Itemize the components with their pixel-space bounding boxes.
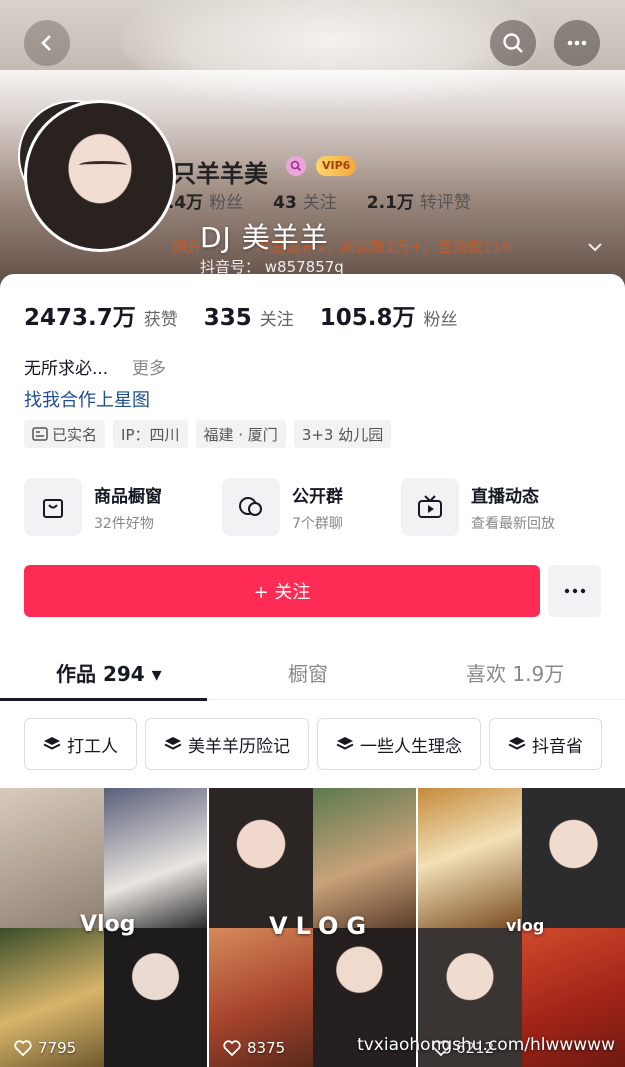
vlog-label: vlog	[506, 916, 545, 935]
layers-icon	[508, 737, 526, 750]
collab-link[interactable]: 找我合作上星图	[24, 386, 150, 412]
feature-shop-window[interactable]: 商品橱窗 32件好物	[24, 476, 162, 538]
profile-banner: 一只羊羊美 VIP6 2.4万 粉丝 43 关注 2.1万 转评赞 飙升 昨日发布1，…	[0, 0, 625, 300]
feature-public-group[interactable]: 公开群 7个群聊	[222, 476, 343, 538]
collection-chips: 打工人 美羊羊历险记 一些人生理念 抖音省	[24, 718, 602, 770]
collection-chip[interactable]: 一些人生理念	[317, 718, 481, 770]
tab-works[interactable]: 作品 294 ▾	[56, 658, 162, 687]
search-button[interactable]	[490, 20, 536, 66]
ellipsis-icon	[567, 40, 587, 46]
ellipsis-icon	[564, 588, 585, 594]
profile-tags: 已实名 IP：四川 福建 · 厦门 3+3 幼儿园	[24, 420, 392, 448]
feature-row: 商品橱窗 32件好物 公开群 7个群聊 直播动态 查看最新回放	[24, 476, 604, 538]
video-thumbnail[interactable]: vlog 6212	[418, 788, 625, 1067]
vlog-label: VLOG	[269, 912, 375, 940]
collection-chip[interactable]: 打工人	[24, 718, 137, 770]
chat-group-icon	[222, 478, 280, 536]
collection-chip[interactable]: 抖音省	[489, 718, 602, 770]
follow-button[interactable]: + 关注	[24, 565, 540, 617]
video-grid: Vlog 7795 VLOG 8375 vlog 6212	[0, 788, 625, 1067]
tv-play-icon	[401, 478, 459, 536]
heart-icon	[223, 1040, 241, 1056]
tab-likes[interactable]: 喜欢 1.9万	[466, 658, 564, 687]
like-count: 8375	[223, 1039, 285, 1057]
tab-shop-window[interactable]: 橱窗	[288, 658, 328, 687]
profile-stats: 2473.7万 获赞 335 关注 105.8万 粉丝	[24, 298, 484, 332]
id-card-icon	[32, 427, 48, 441]
like-count: 7795	[14, 1039, 76, 1057]
tag-location: 福建 · 厦门	[195, 420, 286, 448]
more-actions-button[interactable]	[548, 565, 601, 617]
heart-icon	[14, 1040, 32, 1056]
vlog-label: Vlog	[80, 912, 136, 937]
shopping-bag-icon	[24, 478, 82, 536]
vip-badge: VIP6	[316, 156, 357, 176]
bio-more-link[interactable]: 更多	[132, 354, 166, 379]
active-tab-indicator	[0, 698, 207, 701]
overlay-status-label: 飙升	[172, 238, 203, 256]
layers-icon	[164, 737, 182, 750]
content-tabs: 作品 294 ▾ 橱窗 喜欢 1.9万	[0, 644, 625, 700]
back-button[interactable]	[24, 20, 70, 66]
more-options-button[interactable]	[554, 20, 600, 66]
watermark-text: tvxiaohongshu.com/hlwwwww	[357, 1035, 615, 1055]
chevron-down-icon	[588, 243, 602, 252]
stat-followers[interactable]: 105.8万 粉丝	[320, 298, 458, 332]
overlay-stats: 2.4万 粉丝 43 关注 2.1万 转评赞	[156, 193, 471, 213]
profile-avatar[interactable]	[24, 100, 176, 252]
layers-icon	[43, 737, 61, 750]
dj-name-overlay: DJ 美羊羊	[200, 221, 329, 254]
collection-chip[interactable]: 美羊羊历险记	[145, 718, 309, 770]
tag-ip: IP：四川	[113, 420, 188, 448]
video-thumbnail[interactable]: Vlog 7795	[0, 788, 207, 1067]
stat-likes[interactable]: 2473.7万 获赞	[24, 298, 178, 332]
layers-icon	[336, 737, 354, 750]
search-icon	[503, 33, 523, 53]
chevron-left-icon	[41, 35, 51, 51]
tag-school[interactable]: 3+3 幼儿园	[293, 420, 392, 448]
tag-verified: 已实名	[24, 420, 106, 448]
verified-icon	[286, 156, 306, 176]
bio-text: 无所求必...	[24, 359, 109, 379]
stat-following[interactable]: 335 关注	[204, 305, 294, 331]
video-thumbnail[interactable]: VLOG 8375	[209, 788, 416, 1067]
feature-live-updates[interactable]: 直播动态 查看最新回放	[401, 476, 555, 538]
profile-card: 2473.7万 获赞 335 关注 105.8万 粉丝 无所求必... 更多 找…	[0, 274, 625, 1067]
